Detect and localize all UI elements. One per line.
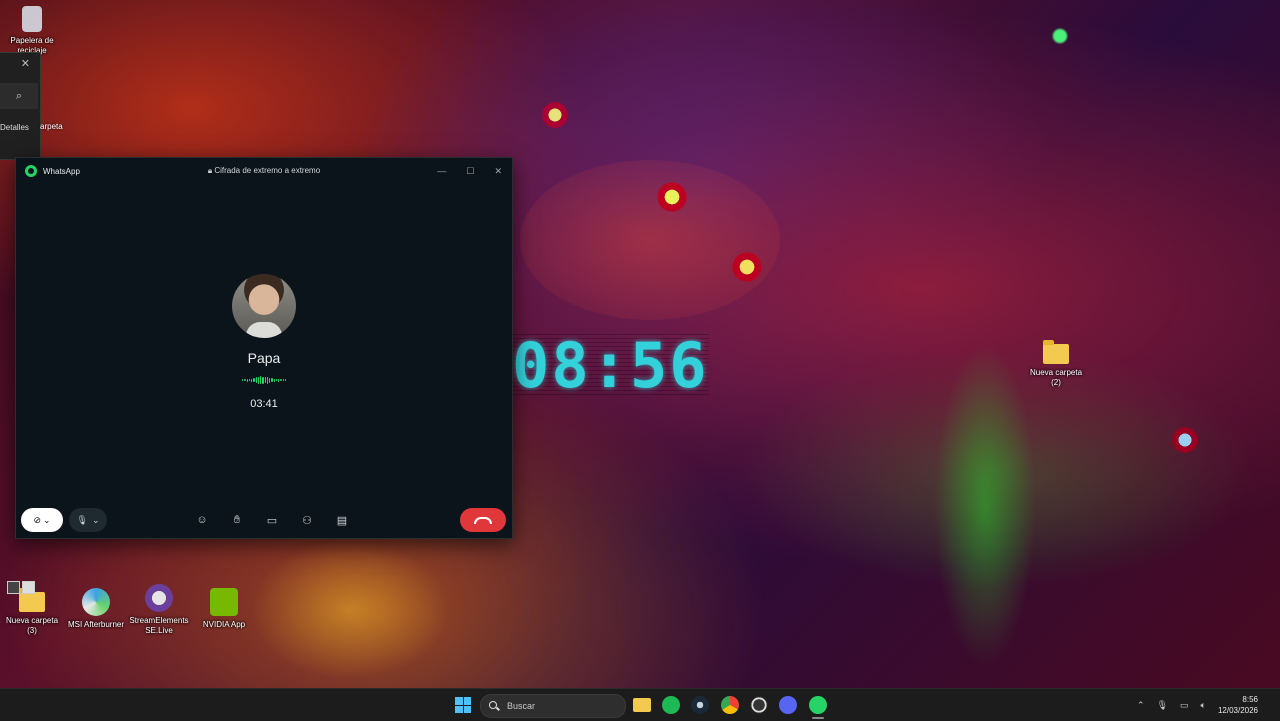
close-icon[interactable]: ✕ [21, 57, 30, 70]
title-bar[interactable]: WhatsApp 🔒︎ Cifrada de extremo a extremo… [16, 158, 512, 184]
search-icon [489, 701, 499, 711]
steam-taskbar-icon[interactable] [691, 696, 709, 714]
encryption-label: Cifrada de extremo a extremo [214, 166, 321, 175]
smiley-icon: ☺ [196, 514, 208, 526]
desktop-icon-label-partial: arpeta [40, 122, 63, 131]
folder-nueva-carpeta-2[interactable]: Nueva carpeta (2) [1024, 340, 1088, 388]
audio-waveform [242, 376, 286, 384]
volume-icon[interactable]: 🔈︎ [1201, 700, 1206, 711]
nvidia-icon [210, 588, 238, 616]
search-icon: ⌕ [15, 89, 23, 102]
msi-afterburner-icon [82, 588, 110, 616]
close-icon[interactable]: ✕ [494, 166, 502, 177]
screen-share-button[interactable]: ▭ [264, 508, 280, 532]
spotify-taskbar-icon[interactable] [662, 696, 680, 714]
wallpaper-glow [250, 540, 450, 680]
search-button[interactable]: ⌕ [0, 83, 38, 109]
add-participant-button[interactable]: ⚇ [299, 508, 315, 532]
desktop-clock-widget: 08:56 [512, 329, 709, 402]
streamelements-icon [145, 584, 173, 612]
microphone-icon: 🎙︎ [76, 514, 88, 525]
chevron-down-icon: ⌄ [91, 514, 100, 525]
whatsapp-taskbar-icon[interactable] [809, 696, 827, 714]
desktop-icon-label: Nueva carpeta (2) [1029, 368, 1083, 387]
taskbar: Buscar ⌃ 🎙︎ ▭ 🔈︎ 8:56 12/03/2026 [0, 688, 1280, 721]
folder-icon [1043, 340, 1069, 364]
recycle-bin-icon [22, 6, 42, 32]
hand-icon: ✋︎ [233, 513, 241, 526]
desktop-icon-label: MSI Afterburner [67, 620, 125, 629]
camera-off-icon: ⊘ [33, 514, 41, 525]
obs-taskbar-icon[interactable] [750, 696, 768, 714]
network-icon[interactable]: ▭ [1180, 700, 1189, 711]
search-placeholder: Buscar [507, 701, 536, 711]
camera-toggle-button[interactable]: ⊘ ⌄ [21, 508, 63, 532]
window-controls: — ☐ ✕ [437, 158, 502, 184]
desktop-selection-toggle[interactable] [7, 581, 35, 594]
chevron-down-icon: ⌄ [43, 514, 51, 525]
call-toolbar: ☺ ✋︎ ▭ ⚇ ▤ [194, 508, 350, 532]
desktop-icon-label: StreamElements SE.Live [129, 616, 189, 635]
chevron-up-icon[interactable]: ⌃ [1137, 700, 1145, 711]
streamelements-shortcut[interactable]: StreamElements SE.Live [127, 584, 191, 636]
wallpaper-eye [1170, 425, 1200, 455]
msi-afterburner-shortcut[interactable]: MSI Afterburner [64, 588, 128, 630]
avatar [232, 274, 296, 338]
whatsapp-call-window[interactable]: WhatsApp 🔒︎ Cifrada de extremo a extremo… [15, 157, 513, 539]
recycle-bin-shortcut[interactable]: Papelera de reciclaje [0, 6, 64, 56]
minimize-icon[interactable]: — [437, 166, 446, 176]
wallpaper-eye [730, 250, 764, 284]
view-toggle-icon [7, 581, 20, 594]
maximize-icon[interactable]: ☐ [466, 166, 474, 177]
details-button[interactable]: Detalles [0, 123, 29, 132]
taskbar-search[interactable]: Buscar [480, 694, 626, 718]
desktop-icon-label: NVIDIA App [202, 620, 246, 629]
view-toggle-icon [22, 581, 35, 594]
system-tray: ⌃ 🎙︎ ▭ 🔈︎ 8:56 12/03/2026 [1137, 689, 1280, 721]
callee-name: Papa [247, 350, 281, 366]
start-button[interactable] [455, 697, 471, 713]
folder-icon [19, 588, 45, 612]
wallpaper-eye [1050, 26, 1070, 46]
nvidia-app-shortcut[interactable]: NVIDIA App [192, 588, 256, 630]
file-explorer-window[interactable]: ✕ ⌕ Detalles [0, 52, 41, 160]
hang-up-icon [474, 516, 492, 524]
wallpaper-eye [655, 180, 689, 214]
emoji-reaction-button[interactable]: ☺ [194, 508, 210, 532]
taskbar-clock[interactable]: 8:56 12/03/2026 [1218, 694, 1258, 716]
desktop-icon-label: Nueva carpeta (3) [5, 616, 59, 635]
microphone-icon[interactable]: 🎙︎ [1157, 700, 1168, 711]
chrome-taskbar-icon[interactable] [721, 696, 739, 714]
folder-nueva-carpeta-3[interactable]: Nueva carpeta (3) [0, 588, 64, 636]
wallpaper-glow [520, 160, 780, 320]
taskbar-time: 8:56 [1242, 695, 1258, 704]
microphone-button[interactable]: 🎙︎ ⌄ [69, 508, 107, 532]
discord-taskbar-icon[interactable] [779, 696, 797, 714]
call-timer: 03:41 [250, 398, 278, 410]
raise-hand-button[interactable]: ✋︎ [229, 508, 245, 532]
call-chat-button[interactable]: ▤ [334, 508, 350, 532]
taskbar-date: 12/03/2026 [1217, 706, 1258, 715]
message-icon: ▤ [336, 514, 348, 527]
active-app-indicator [812, 717, 824, 719]
end-call-button[interactable] [460, 508, 506, 532]
file-explorer-taskbar-icon[interactable] [633, 698, 651, 712]
screen-share-icon: ▭ [266, 514, 278, 527]
add-person-icon: ⚇ [302, 514, 312, 527]
wallpaper-eye [540, 100, 570, 130]
